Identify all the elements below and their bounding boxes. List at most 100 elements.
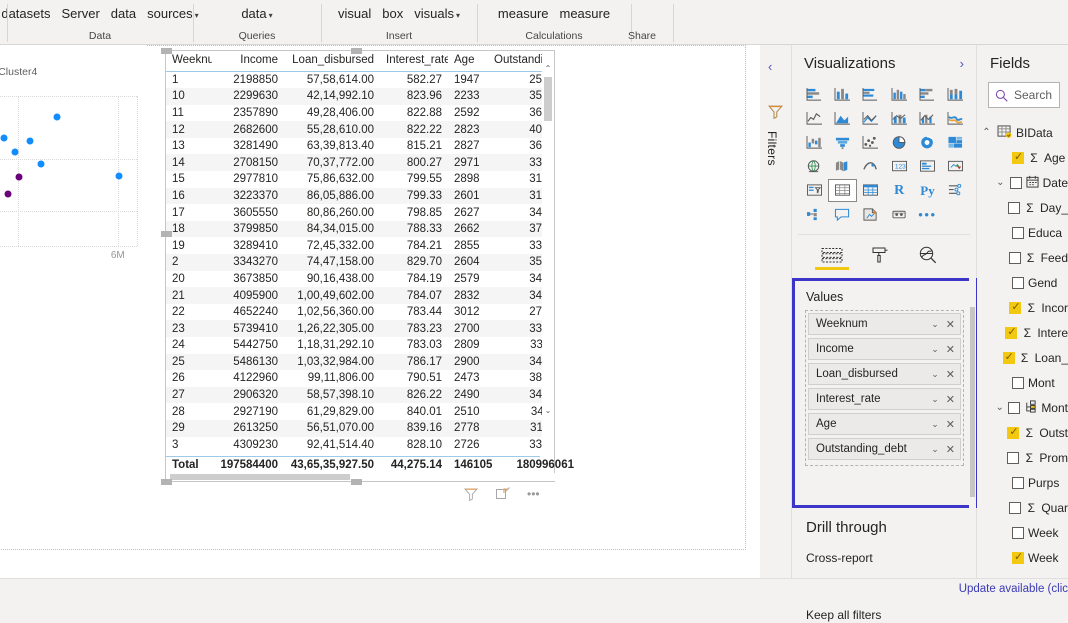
chevron-down-icon[interactable]: ▾	[456, 11, 460, 20]
more-options-icon[interactable]: •••	[527, 486, 543, 502]
table-cell[interactable]: 2627	[448, 204, 488, 221]
table-cell[interactable]: 4122960	[212, 370, 284, 387]
table-cell[interactable]: 2233	[448, 88, 488, 105]
ribbon-button-server-1[interactable]: Server	[62, 6, 100, 21]
expand-chevron-icon[interactable]: ⌃	[980, 127, 993, 138]
table-row[interactable]: 2246522401,02,56,360.00783.4430122758316	[166, 304, 554, 321]
visualization-pane-tabs[interactable]	[798, 234, 970, 269]
filled-map-icon[interactable]	[828, 155, 856, 178]
clustered-bar-chart-icon[interactable]	[857, 83, 885, 106]
scatter-point[interactable]	[11, 148, 18, 155]
table-cell[interactable]: 11	[166, 105, 212, 122]
stacked-bar-chart-icon[interactable]	[800, 83, 828, 106]
table-row[interactable]: 2334327074,47,158.00829.7026043579602	[166, 254, 554, 271]
table-cell[interactable]: 90,16,438.00	[284, 271, 380, 288]
table-body[interactable]: 1219885057,58,614.00582.2719472519072102…	[166, 72, 554, 452]
scatter-point[interactable]	[116, 172, 123, 179]
table-row[interactable]: 14270815070,37,772.00800.2729713353990	[166, 154, 554, 171]
table-row[interactable]: 20367385090,16,438.00784.1925793497873	[166, 271, 554, 288]
table-cell[interactable]: 800.27	[380, 154, 448, 171]
table-cell[interactable]: 826.22	[380, 387, 448, 404]
field-item-mont[interactable]: ⌄Mont	[978, 395, 1068, 420]
table-cell[interactable]: 2510	[448, 403, 488, 420]
resize-handle-top-center[interactable]	[351, 48, 362, 54]
remove-field-icon[interactable]: ✕	[946, 418, 955, 431]
table-cell[interactable]: 839.16	[380, 420, 448, 437]
report-page[interactable]: by Weeknum and ter2Cluster3Cluster4 4M6M…	[0, 45, 746, 550]
table-row[interactable]: 17360555080,86,260.00798.8526273405260	[166, 204, 554, 221]
field-item-day-[interactable]: ΣDay_	[978, 195, 1068, 220]
100-stacked-column-chart-icon[interactable]	[942, 83, 970, 106]
field-item-educa[interactable]: Educa	[978, 220, 1068, 245]
table-cell[interactable]: 13	[166, 138, 212, 155]
format-tab[interactable]	[856, 241, 904, 269]
field-checkbox[interactable]	[1008, 202, 1020, 214]
table-cell[interactable]: 1,00,49,602.00	[284, 287, 380, 304]
table-cell[interactable]: 21	[166, 287, 212, 304]
table-cell[interactable]: 58,57,398.10	[284, 387, 380, 404]
filters-pane-label[interactable]: Filters	[765, 131, 779, 166]
field-checkbox[interactable]	[1007, 452, 1019, 464]
table-column-header[interactable]: Interest_rate	[380, 51, 448, 72]
100-stacked-bar-chart-icon[interactable]	[913, 83, 941, 106]
treemap-icon[interactable]	[942, 131, 970, 154]
values-field-chip-income[interactable]: Income⌄✕	[808, 338, 961, 360]
scroll-down-arrow[interactable]: ⌄	[542, 405, 554, 417]
ribbon-button-datasets-0[interactable]: datasets	[1, 6, 50, 21]
stacked-area-chart-icon[interactable]	[857, 107, 885, 130]
table-cell[interactable]: 783.23	[380, 320, 448, 337]
table-cell[interactable]: 1,26,22,305.00	[284, 320, 380, 337]
map-icon[interactable]	[800, 155, 828, 178]
stacked-column-chart-icon[interactable]	[828, 83, 856, 106]
table-cell[interactable]: 16	[166, 188, 212, 205]
table-row[interactable]: 2554861301,03,32,984.00786.1729003443180	[166, 354, 554, 371]
remove-field-icon[interactable]: ✕	[946, 368, 955, 381]
more-visuals-icon[interactable]: •••	[913, 203, 941, 226]
table-cell[interactable]: 799.55	[380, 171, 448, 188]
arcgis-map-icon[interactable]	[857, 155, 885, 178]
values-field-list[interactable]: Weeknum⌄✕Income⌄✕Loan_disbursed⌄✕Interes…	[805, 310, 964, 466]
field-checkbox[interactable]	[1012, 477, 1024, 489]
table-row[interactable]: 29261325056,51,070.00839.1627783118719	[166, 420, 554, 437]
table-cell[interactable]: 2473	[448, 370, 488, 387]
field-item-feed[interactable]: ΣFeed	[978, 245, 1068, 270]
table-cell[interactable]: 70,37,772.00	[284, 154, 380, 171]
ribbon-button-visuals-2[interactable]: visuals▾	[414, 6, 460, 21]
field-checkbox[interactable]	[1012, 527, 1024, 539]
table-cell[interactable]: 49,28,406.00	[284, 105, 380, 122]
decomposition-tree-icon[interactable]	[800, 203, 828, 226]
table-cell[interactable]: 1,18,31,292.10	[284, 337, 380, 354]
ribbon-button-box-1[interactable]: box	[382, 6, 403, 21]
fields-tree[interactable]: ⌃BIDataΣAge⌄DateΣDay_EducaΣFeedGendΣInco…	[978, 120, 1068, 570]
table-cell[interactable]: 20	[166, 271, 212, 288]
table-cell[interactable]: 3223370	[212, 188, 284, 205]
table-cell[interactable]: 26	[166, 370, 212, 387]
field-checkbox[interactable]	[1012, 377, 1024, 389]
table-cell[interactable]: 75,86,632.00	[284, 171, 380, 188]
table-icon[interactable]	[828, 179, 856, 202]
pie-chart-icon[interactable]	[885, 131, 913, 154]
table-cell[interactable]: 783.03	[380, 337, 448, 354]
table-cell[interactable]: 840.01	[380, 403, 448, 420]
table-row[interactable]: 1219885057,58,614.00582.2719472519072	[166, 72, 554, 89]
table-cell[interactable]: 2906320	[212, 387, 284, 404]
expand-filters-chevron-icon[interactable]: ‹	[768, 59, 772, 74]
table-cell[interactable]: 2809	[448, 337, 488, 354]
table-row[interactable]: 2454427501,18,31,292.10783.0328093343110	[166, 337, 554, 354]
table-cell[interactable]: 57,58,614.00	[284, 72, 380, 89]
field-item-mont[interactable]: Mont	[978, 370, 1068, 395]
ribbon-button-measure-1[interactable]: measure	[560, 6, 611, 21]
kpi-icon[interactable]	[942, 155, 970, 178]
resize-handle-left[interactable]	[161, 231, 172, 237]
drill-through-section[interactable]: Drill through Cross-report Off Keep all …	[792, 511, 970, 623]
table-cell[interactable]: 2900	[448, 354, 488, 371]
table-cell[interactable]: 2977810	[212, 171, 284, 188]
table-cell[interactable]: 822.22	[380, 121, 448, 138]
table-cell[interactable]: 784.19	[380, 271, 448, 288]
table-cell[interactable]: 829.70	[380, 254, 448, 271]
line-clustered-column-chart-icon[interactable]	[913, 107, 941, 130]
legend-entry-2[interactable]: Cluster4	[0, 66, 37, 78]
table-cell[interactable]: 42,14,992.10	[284, 88, 380, 105]
table-row[interactable]: 12268260055,28,610.00822.2228234023524	[166, 121, 554, 138]
table-cell[interactable]: 1	[166, 72, 212, 89]
